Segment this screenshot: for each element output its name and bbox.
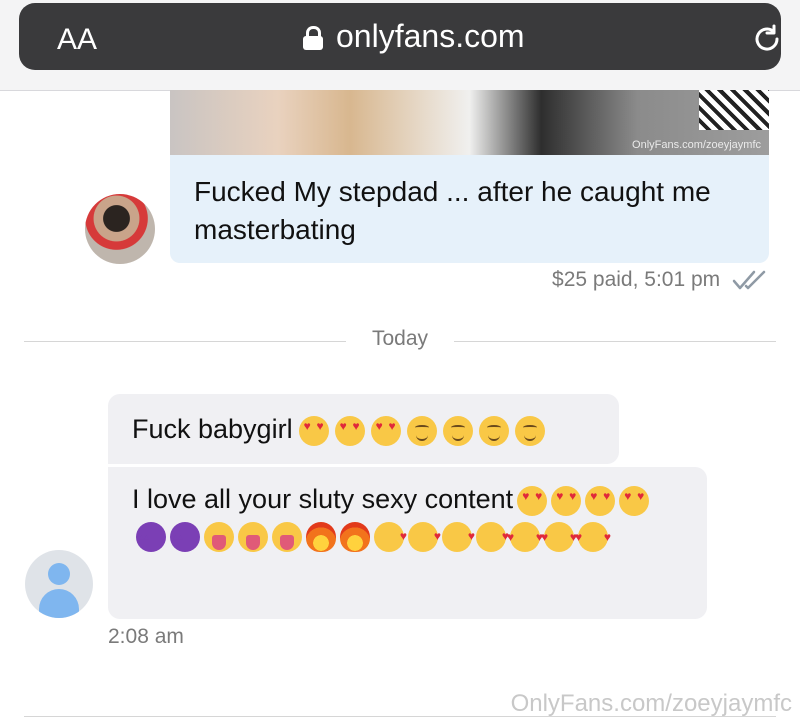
heart-eyes-emoji-icon <box>517 485 548 516</box>
paid-message-bubble[interactable]: Fucked My stepdad ... after he caught me… <box>170 155 769 263</box>
message-media-preview[interactable]: OnlyFans.com/zoeyjaymfc <box>170 90 769 155</box>
received-message-text: Fuck babygirl <box>132 414 293 444</box>
bottom-divider <box>24 716 776 717</box>
address-domain[interactable]: onlyfans.com <box>336 18 525 55</box>
received-message-time: 2:08 am <box>108 625 184 648</box>
received-message-bubble[interactable]: I love all your sluty sexy content <box>108 467 707 619</box>
smiling-devil-emoji-icon <box>170 520 200 556</box>
heart-eyes-emoji-icon <box>298 415 329 446</box>
text-size-button[interactable]: AA <box>57 23 97 57</box>
paid-message-meta: $25 paid, 5:01 pm <box>552 268 768 292</box>
blowing-kiss-emoji-icon <box>442 518 475 554</box>
browser-toolbar: AA onlyfans.com <box>0 0 800 91</box>
tongue-emoji-icon <box>204 521 234 552</box>
smiling-devil-emoji-icon <box>136 520 166 556</box>
smiling-hearts-emoji-icon <box>575 519 611 555</box>
media-watermark: OnlyFans.com/zoeyjaymfc <box>632 139 761 151</box>
media-pillow <box>699 90 769 130</box>
date-separator: Today <box>371 327 429 350</box>
default-avatar-icon[interactable] <box>25 550 93 618</box>
drooling-emoji-icon <box>478 415 509 446</box>
heart-eyes-emoji-icon <box>619 485 650 516</box>
double-check-icon <box>732 271 766 290</box>
sender-avatar[interactable] <box>85 194 155 264</box>
fire-emoji-icon <box>340 521 370 552</box>
blowing-kiss-emoji-icon <box>374 518 407 554</box>
drooling-emoji-icon <box>514 415 545 446</box>
paid-message-meta-text: $25 paid, 5:01 pm <box>552 268 721 291</box>
tongue-emoji-icon <box>238 521 268 552</box>
heart-eyes-emoji-icon <box>334 415 365 446</box>
drooling-emoji-icon <box>442 415 473 446</box>
tongue-emoji-icon <box>272 521 302 552</box>
fire-emoji-icon <box>306 521 336 552</box>
date-divider-left <box>24 341 346 342</box>
heart-eyes-emoji-icon <box>585 485 616 516</box>
blowing-kiss-emoji-icon <box>476 518 509 554</box>
paid-message-text: Fucked My stepdad ... after he caught me… <box>194 176 711 245</box>
lock-icon <box>303 26 323 50</box>
address-bar[interactable]: AA onlyfans.com <box>19 3 781 70</box>
drooling-emoji-icon <box>406 415 437 446</box>
blowing-kiss-emoji-icon <box>408 518 441 554</box>
reload-icon[interactable] <box>751 23 783 55</box>
smiling-hearts-emoji-icon <box>507 519 543 555</box>
received-message-text: I love all your sluty sexy content <box>132 484 514 514</box>
date-divider-right <box>454 341 776 342</box>
received-message-bubble[interactable]: Fuck babygirl <box>108 394 619 464</box>
smiling-hearts-emoji-icon <box>541 519 577 555</box>
emoji-run <box>293 414 545 446</box>
heart-eyes-emoji-icon <box>551 485 582 516</box>
page-watermark: OnlyFans.com/zoeyjaymfc <box>510 690 792 717</box>
heart-eyes-emoji-icon <box>370 415 401 446</box>
